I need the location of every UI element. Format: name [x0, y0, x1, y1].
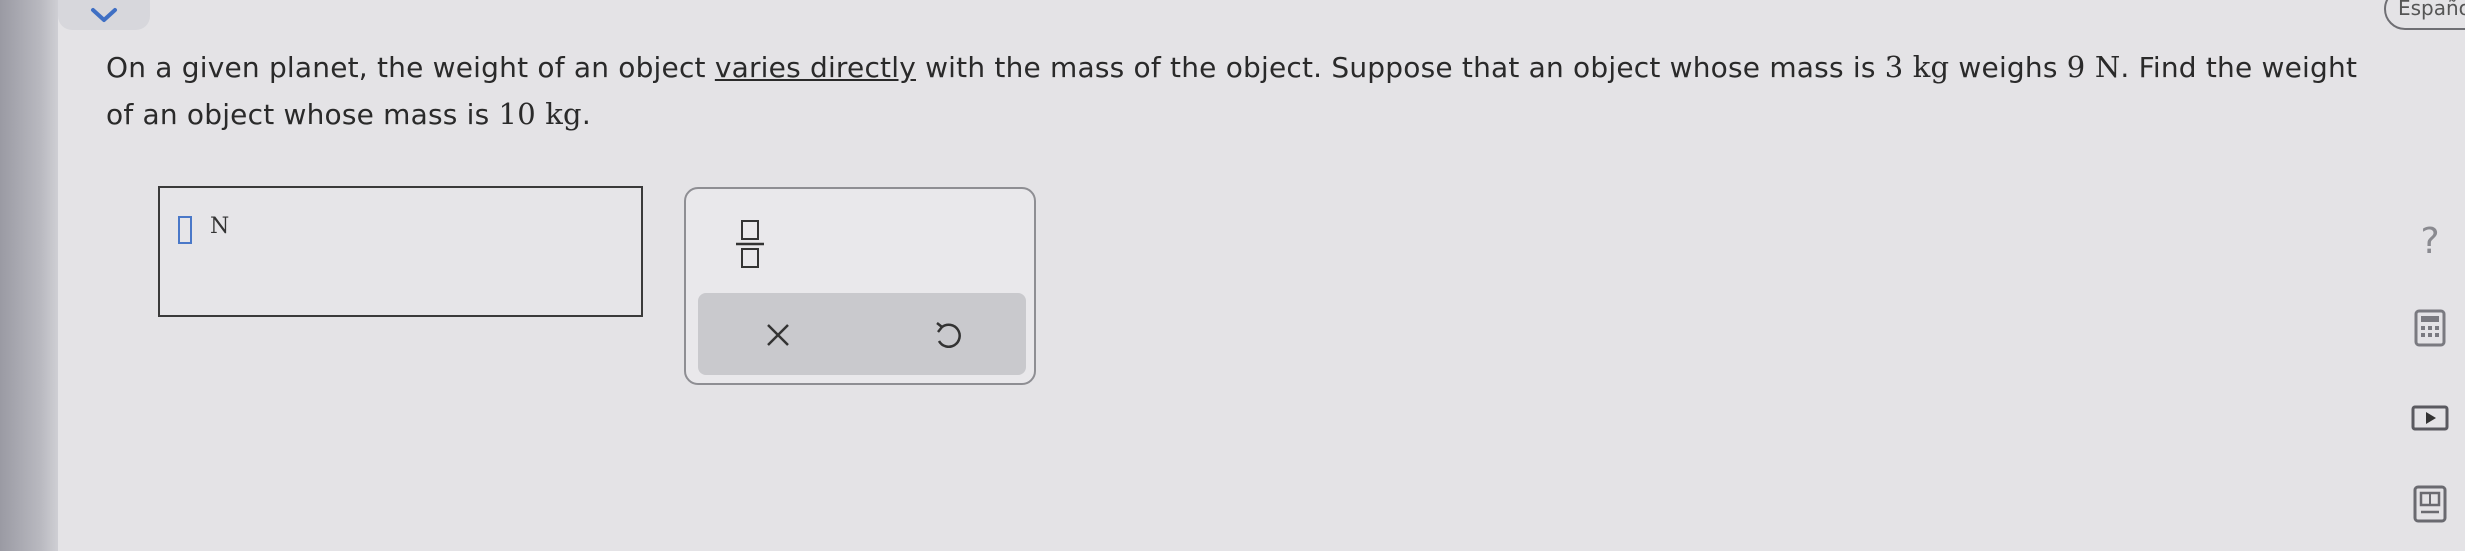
known-mass: 3 kg: [1884, 50, 1950, 84]
math-keypad: [684, 187, 1036, 385]
keypad-action-bar: [698, 293, 1026, 375]
answer-unit: N: [210, 214, 230, 239]
calculator-icon: [2414, 309, 2446, 347]
chevron-down-icon: [91, 8, 117, 22]
question-text-part: On a given planet, the weight of an obje…: [106, 51, 715, 84]
undo-button[interactable]: [928, 315, 968, 355]
varies-directly-link[interactable]: varies directly: [715, 51, 916, 84]
fraction-button[interactable]: [730, 213, 770, 273]
calculator-button[interactable]: [2410, 308, 2450, 348]
question-text-part: .: [581, 98, 591, 131]
fraction-icon: [736, 220, 764, 268]
textbook-icon: [2413, 485, 2447, 523]
question-text: On a given planet, the weight of an obje…: [106, 44, 2366, 138]
help-icon[interactable]: ?: [2410, 222, 2450, 262]
question-text-part: with the mass of the object. Suppose tha…: [915, 51, 1885, 84]
textbook-button[interactable]: [2410, 484, 2450, 524]
clear-button[interactable]: [758, 315, 798, 355]
left-rail: [0, 0, 58, 551]
known-weight: 9 N: [2066, 50, 2121, 84]
answer-box[interactable]: N: [158, 186, 643, 317]
close-icon: [767, 324, 789, 346]
question-text-part: weighs: [1949, 51, 2067, 84]
target-mass: 10 kg: [498, 97, 582, 131]
language-toggle[interactable]: Español: [2384, 0, 2465, 30]
collapse-button[interactable]: [58, 0, 150, 30]
play-video-icon: [2411, 405, 2449, 431]
video-button[interactable]: [2410, 398, 2450, 438]
undo-icon: [936, 322, 961, 348]
answer-input[interactable]: [178, 216, 192, 244]
